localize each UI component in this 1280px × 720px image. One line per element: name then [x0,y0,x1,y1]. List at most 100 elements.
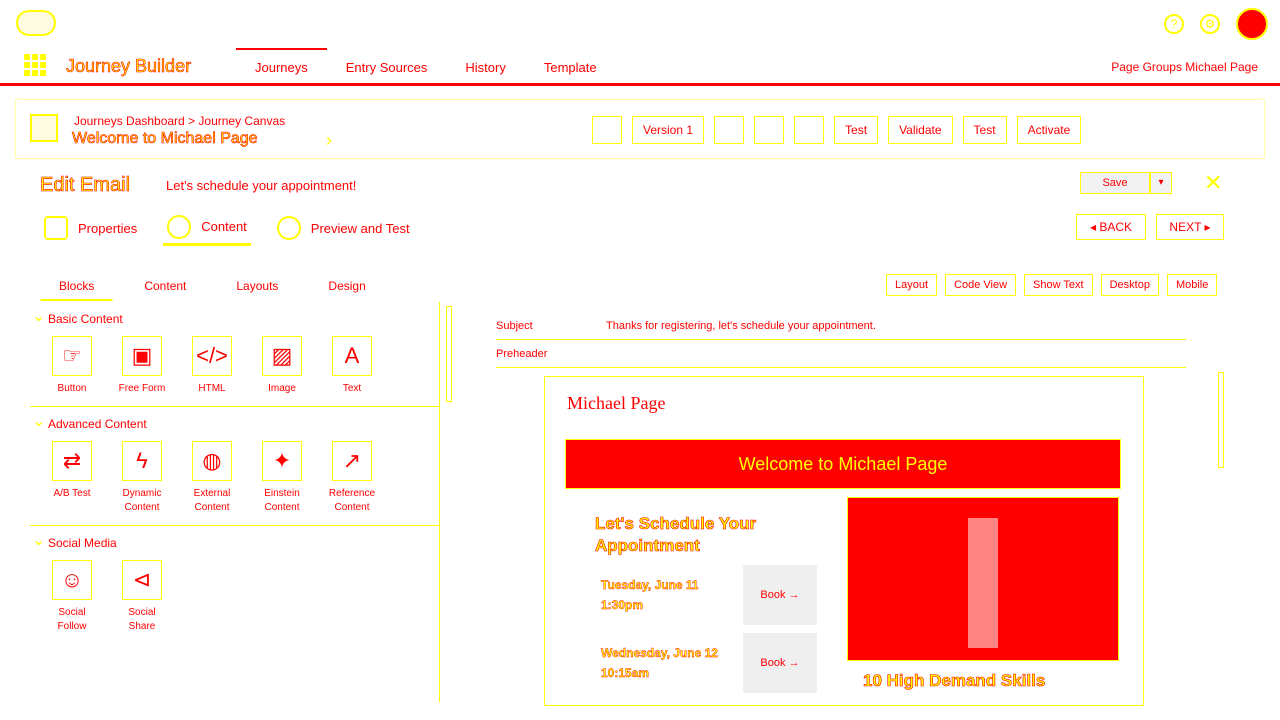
tab-template[interactable]: Template [525,48,616,86]
tab-label: Preview and Test [310,220,410,236]
save-button[interactable]: Save [1080,172,1150,194]
section-social-media[interactable]: Social Media [30,526,439,556]
book-button[interactable]: Book → [743,633,817,693]
check-icon [276,216,301,240]
tab-content[interactable]: Content [163,210,251,246]
split-icon: ⇄ [52,441,92,481]
edit-email-panel: Edit Email Let's schedule your appointme… [16,166,1256,706]
save-options-button[interactable]: ▾ [1150,172,1172,194]
blocks-sidebar: Basic Content ☞ Button ▣ Free Form </> HTML… [30,302,440,702]
subject-field[interactable]: Thanks for registering, let's schedule y… [606,320,1186,332]
salesforce-logo [16,10,56,36]
block-external-content[interactable]: ◍ External Content [188,441,236,515]
follow-icon: ☺ [52,560,92,600]
block-button[interactable]: ☞ Button [48,336,96,396]
nav-tabs: Journeys Entry Sources History Template [236,48,616,86]
properties-icon [44,216,68,240]
social-media-tiles: ☺ Social Follow ⊲ Social Share [30,556,439,644]
tab-label: Content [201,219,247,234]
next-button[interactable]: NEXT ▸ [1156,214,1224,240]
show-text-button[interactable]: Show Text [1024,274,1093,296]
journey-header: Journeys Dashboard > Journey Canvas Welc… [16,100,1264,158]
block-social-follow[interactable]: ☺ Social Follow [48,560,96,634]
email-preview: Michael Page Welcome to Michael Page Let… [544,376,1144,706]
tile-label: External Content [193,488,231,513]
tile-label: Einstein Content [264,488,300,513]
undo-button[interactable] [592,116,622,144]
book-button[interactable]: Book → [743,565,817,625]
free-form-icon: ▣ [122,336,162,376]
sidebar-scrollbar[interactable] [446,306,452,402]
journey-toolbar: Version 1 Test Validate Test Activate [592,116,1082,144]
schedule-heading[interactable]: Let's Schedule Your Appointment [595,513,795,557]
wizard-tabs: Properties Content Preview and Test [40,210,414,246]
tile-label: Reference Content [328,488,376,513]
tile-label: A/B Test [53,488,91,499]
block-dynamic-content[interactable]: ϟ Dynamic Content [118,441,166,515]
code-view-button[interactable]: Code View [945,274,1017,296]
subject-label: Subject [496,319,533,332]
block-text[interactable]: A Text [328,336,376,396]
help-icon[interactable]: ? [1164,14,1184,34]
copy-button[interactable] [754,116,785,144]
global-header: ? ⚙ [0,0,1280,48]
close-icon[interactable]: ✕ [1204,170,1222,196]
tile-label: Dynamic Content [122,488,162,513]
panel-subtitle: Let's schedule your appointment! [166,178,357,193]
share-icon: ⊲ [122,560,162,600]
text-icon: A [332,336,372,376]
back-button[interactable]: ◂ BACK [1076,214,1146,240]
layout-view-button[interactable]: Layout [886,274,938,296]
hero-banner[interactable]: Welcome to Michael Page [565,439,1121,489]
tile-label: Text [342,383,362,394]
breadcrumb[interactable]: Journeys Dashboard > Journey Canvas [74,114,285,128]
block-reference-content[interactable]: ↗ Reference Content [328,441,376,515]
test-mode-button[interactable]: Test [962,116,1007,144]
button-icon: ☞ [52,336,92,376]
section-basic-content[interactable]: Basic Content [30,302,439,332]
zoom-button[interactable] [794,116,825,144]
block-social-share[interactable]: ⊲ Social Share [118,560,166,634]
reference-icon: ↗ [332,441,372,481]
article-title[interactable]: 10 High Demand Skills [863,671,1046,691]
block-free-form[interactable]: ▣ Free Form [118,336,166,396]
section-advanced-content[interactable]: Advanced Content [30,407,439,437]
desktop-button[interactable]: Desktop [1100,274,1159,296]
panel-title: Edit Email [40,174,131,197]
version-select[interactable]: Version 1 [632,116,705,144]
header-icons: ? ⚙ [1164,8,1268,40]
tile-label: Social Follow [57,607,87,632]
block-einstein-content[interactable]: ✦ Einstein Content [258,441,306,515]
gear-icon[interactable]: ⚙ [1200,14,1220,34]
business-unit-selector[interactable]: Page Groups Michael Page [1111,60,1258,74]
app-launcher-icon[interactable] [24,54,46,76]
view-options: Layout Code View Show Text Desktop Mobil… [886,274,1218,296]
preheader-row: Preheader [496,340,1186,368]
tab-properties[interactable]: Properties [40,210,141,246]
block-ab-test[interactable]: ⇄ A/B Test [48,441,96,515]
activate-button[interactable]: Activate [1016,116,1082,144]
brand-logo[interactable]: Michael Page [567,393,665,414]
chevron-right-icon[interactable]: › [326,130,332,151]
tab-entry-sources[interactable]: Entry Sources [327,48,447,86]
avatar[interactable] [1236,8,1268,40]
edit-button[interactable] [714,116,745,144]
block-html[interactable]: </> HTML [188,336,236,396]
tab-content-library[interactable]: Content [125,272,205,301]
office-photo[interactable] [847,497,1119,661]
tab-history[interactable]: History [446,48,524,86]
tab-layouts[interactable]: Layouts [217,272,297,301]
tab-preview-and-test[interactable]: Preview and Test [273,210,414,246]
tab-blocks[interactable]: Blocks [40,272,114,301]
journey-icon [30,114,58,142]
content-tabs: Blocks Content Layouts Design [40,272,385,301]
preview-scrollbar[interactable] [1218,372,1224,468]
pencil-icon [167,214,192,239]
appointment-slot: Tuesday, June 11 1:30pm Book → [595,565,817,625]
tab-journeys[interactable]: Journeys [236,48,327,86]
validate-button[interactable]: Validate [888,116,953,144]
tab-design[interactable]: Design [309,272,384,301]
mobile-button[interactable]: Mobile [1166,274,1218,296]
test-button[interactable]: Test [834,116,879,144]
block-image[interactable]: ▨ Image [258,336,306,396]
